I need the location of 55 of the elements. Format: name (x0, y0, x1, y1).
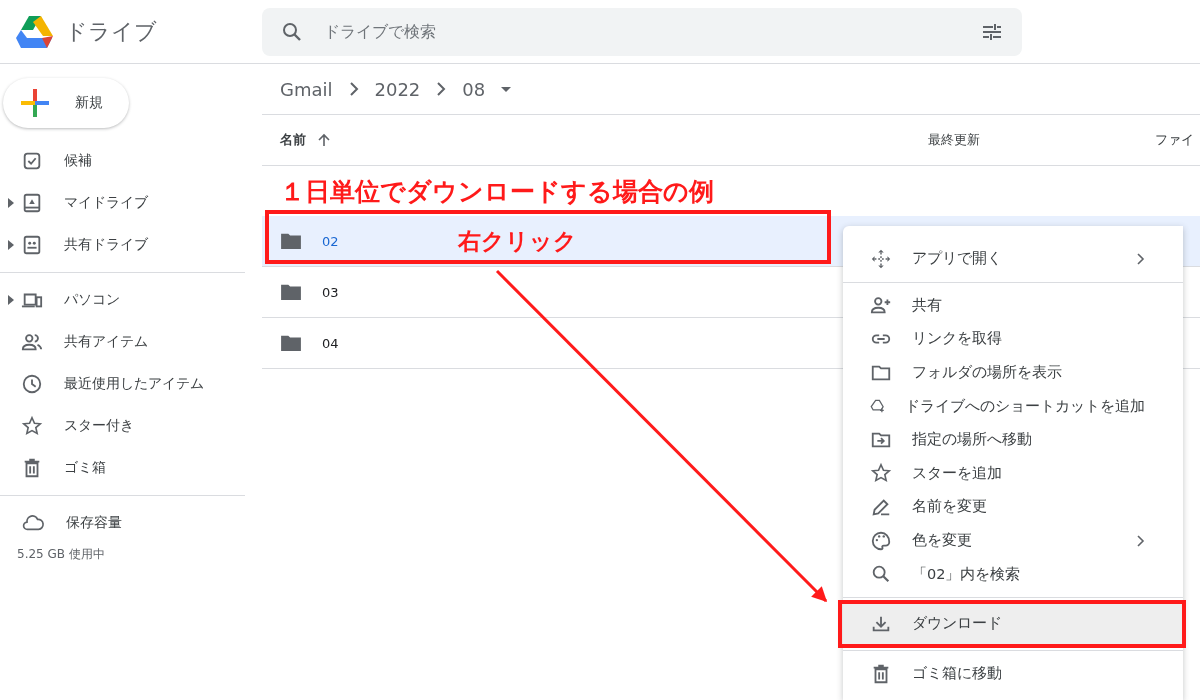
sidebar-item[interactable]: 共有ドライブ (0, 224, 245, 266)
new-button[interactable]: 新規 (3, 78, 129, 128)
search-bar[interactable]: ドライブで検索 (262, 7, 1022, 56)
menu-item[interactable]: 「02」内を検索 (843, 557, 1183, 591)
folder-name: 04 (322, 335, 339, 351)
folder-icon (280, 334, 302, 352)
annotation-label: 右クリック (458, 227, 577, 256)
menu-item[interactable]: スターを追加 (843, 456, 1183, 491)
arrows-icon (870, 247, 892, 270)
menu-item[interactable]: ゴミ箱に移動 (843, 656, 1183, 691)
chevron-right-icon (348, 82, 359, 96)
chevron-right-icon (436, 82, 447, 96)
folder-icon (280, 283, 302, 301)
shared-drive-icon (21, 234, 43, 256)
storage-usage: 5.25 GB 使用中 (16, 546, 106, 563)
star-icon (21, 415, 43, 437)
checkbox-icon (21, 150, 43, 172)
drive-logo-icon (15, 13, 55, 50)
star-icon (870, 462, 892, 485)
palette-icon (870, 529, 892, 552)
menu-item[interactable]: リンクを取得 (843, 322, 1183, 356)
menu-item[interactable]: 指定の場所へ移動 (843, 422, 1183, 457)
people-icon (21, 331, 43, 353)
menu-item[interactable]: 色を変更 (843, 523, 1183, 558)
sidebar-item[interactable]: パソコン (0, 279, 245, 321)
sidebar-item[interactable]: ゴミ箱 (0, 447, 245, 489)
drive-icon (21, 192, 43, 214)
clock-icon (21, 373, 43, 395)
breadcrumb-item[interactable]: Gmail (280, 78, 333, 100)
folder-name: 03 (322, 284, 339, 300)
sidebar-item[interactable]: スター付き (0, 405, 245, 447)
expand-arrow-icon[interactable] (7, 198, 14, 208)
sidebar-item[interactable]: 最近使用したアイテム (0, 363, 245, 405)
chevron-right-icon (1137, 534, 1145, 547)
storage-item[interactable]: 保存容量 (0, 502, 245, 544)
menu-item[interactable]: ドライブへのショートカットを追加 (843, 389, 1183, 423)
column-header[interactable]: 名前 (280, 131, 332, 149)
breadcrumb-item[interactable]: 2022 (374, 78, 421, 100)
sort-arrow-icon[interactable] (316, 132, 332, 148)
breadcrumb-item[interactable]: 08 (462, 78, 486, 100)
dropdown-arrow-icon[interactable] (501, 86, 512, 92)
folder-icon (280, 232, 302, 250)
chevron-right-icon (1137, 252, 1145, 265)
menu-item[interactable]: 名前を変更 (843, 490, 1183, 524)
sidebar-item[interactable]: マイドライブ (0, 182, 245, 224)
sidebar-item[interactable]: 共有アイテム (0, 321, 245, 363)
sidebar-item[interactable]: 候補 (0, 140, 245, 182)
app-name: ドライブ (65, 17, 157, 46)
column-header[interactable]: ファイ (1155, 131, 1194, 149)
folder-name: 02 (322, 233, 339, 249)
search-field[interactable]: ドライブで検索 (322, 21, 962, 42)
column-header[interactable]: 最終更新 (928, 131, 980, 149)
annotation-title: １日単位でダウンロードする場合の例 (279, 175, 715, 208)
expand-arrow-icon[interactable] (7, 295, 14, 305)
expand-arrow-icon[interactable] (7, 240, 14, 250)
